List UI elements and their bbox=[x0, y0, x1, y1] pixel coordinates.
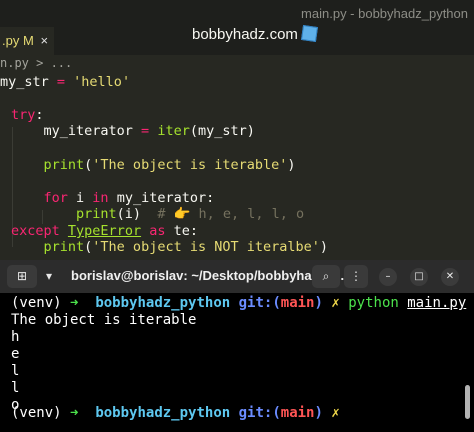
window-title: main.py - bobbyhadz_python bbox=[301, 6, 468, 21]
minimize-button[interactable]: – bbox=[379, 268, 397, 286]
terminal-body[interactable]: (venv) ➜ bobbyhadz_python git:(main) ✗ p… bbox=[0, 293, 474, 432]
code-line-1: my_str = 'hello' bbox=[0, 74, 131, 90]
code-line-7: except TypeError as te: bbox=[11, 223, 198, 239]
watermark-text: bobbyhadz.com bbox=[192, 26, 298, 43]
prompt-line-2: (venv) ➜ bobbyhadz_python git:(main) ✗ bbox=[11, 405, 340, 421]
output-line: e bbox=[11, 346, 20, 362]
code-line-3: my_iterator = iter(my_str) bbox=[11, 123, 255, 139]
code-line-4: print('The object is iterable') bbox=[11, 157, 296, 173]
menu-icon: ⋮ bbox=[350, 269, 362, 283]
tab-main-py[interactable]: .py M × bbox=[0, 27, 54, 55]
breadcrumb[interactable]: n.py > ... bbox=[0, 56, 72, 70]
new-tab-icon: ⊞ bbox=[16, 269, 28, 283]
close-icon: ✕ bbox=[445, 271, 455, 282]
tab-dropdown-button[interactable]: ▾ bbox=[39, 265, 59, 288]
watermark: bobbyhadz.com bbox=[192, 25, 318, 43]
code-line-6: print(i) # 👉 h, e, l, l, o bbox=[11, 206, 305, 222]
terminal-header: ⊞ ▾ borislav@borislav: ~/Desktop/bobbyha… bbox=[0, 260, 474, 293]
tab-close-icon[interactable]: × bbox=[40, 33, 48, 48]
editor-top-bar: main.py - bobbyhadz_python .py M × bobby… bbox=[0, 0, 474, 55]
prompt-line-1: (venv) ➜ bobbyhadz_python git:(main) ✗ p… bbox=[11, 295, 467, 311]
code-line-5: for i in my_iterator: bbox=[11, 190, 215, 206]
menu-button[interactable]: ⋮ bbox=[344, 265, 368, 288]
search-button[interactable]: ⌕ bbox=[312, 265, 340, 288]
output-line: l bbox=[11, 363, 20, 379]
tab-name: .py bbox=[2, 33, 20, 48]
close-button[interactable]: ✕ bbox=[441, 268, 459, 286]
chevron-down-icon: ▾ bbox=[45, 269, 53, 283]
terminal-scrollbar[interactable] bbox=[465, 385, 470, 419]
search-icon: ⌕ bbox=[322, 269, 330, 283]
code-line-8: print('The object is NOT iteralbe') bbox=[11, 239, 329, 255]
new-tab-button[interactable]: ⊞ bbox=[7, 265, 37, 288]
maximize-icon: □ bbox=[414, 271, 424, 282]
cube-icon bbox=[300, 25, 318, 42]
output-line: h bbox=[11, 329, 20, 345]
code-editor: main.py - bobbyhadz_python .py M × bobby… bbox=[0, 0, 474, 262]
output-line: l bbox=[11, 380, 20, 396]
code-line-2: try: bbox=[11, 107, 44, 123]
terminal-title: borislav@borislav: ~/Desktop/bobbyhadz_.… bbox=[71, 268, 345, 283]
minimize-icon: – bbox=[385, 271, 391, 282]
maximize-button[interactable]: □ bbox=[410, 268, 428, 286]
terminal-window: ⊞ ▾ borislav@borislav: ~/Desktop/bobbyha… bbox=[0, 260, 474, 432]
output-line: The object is iterable bbox=[11, 312, 197, 328]
tab-status: M bbox=[22, 33, 34, 48]
